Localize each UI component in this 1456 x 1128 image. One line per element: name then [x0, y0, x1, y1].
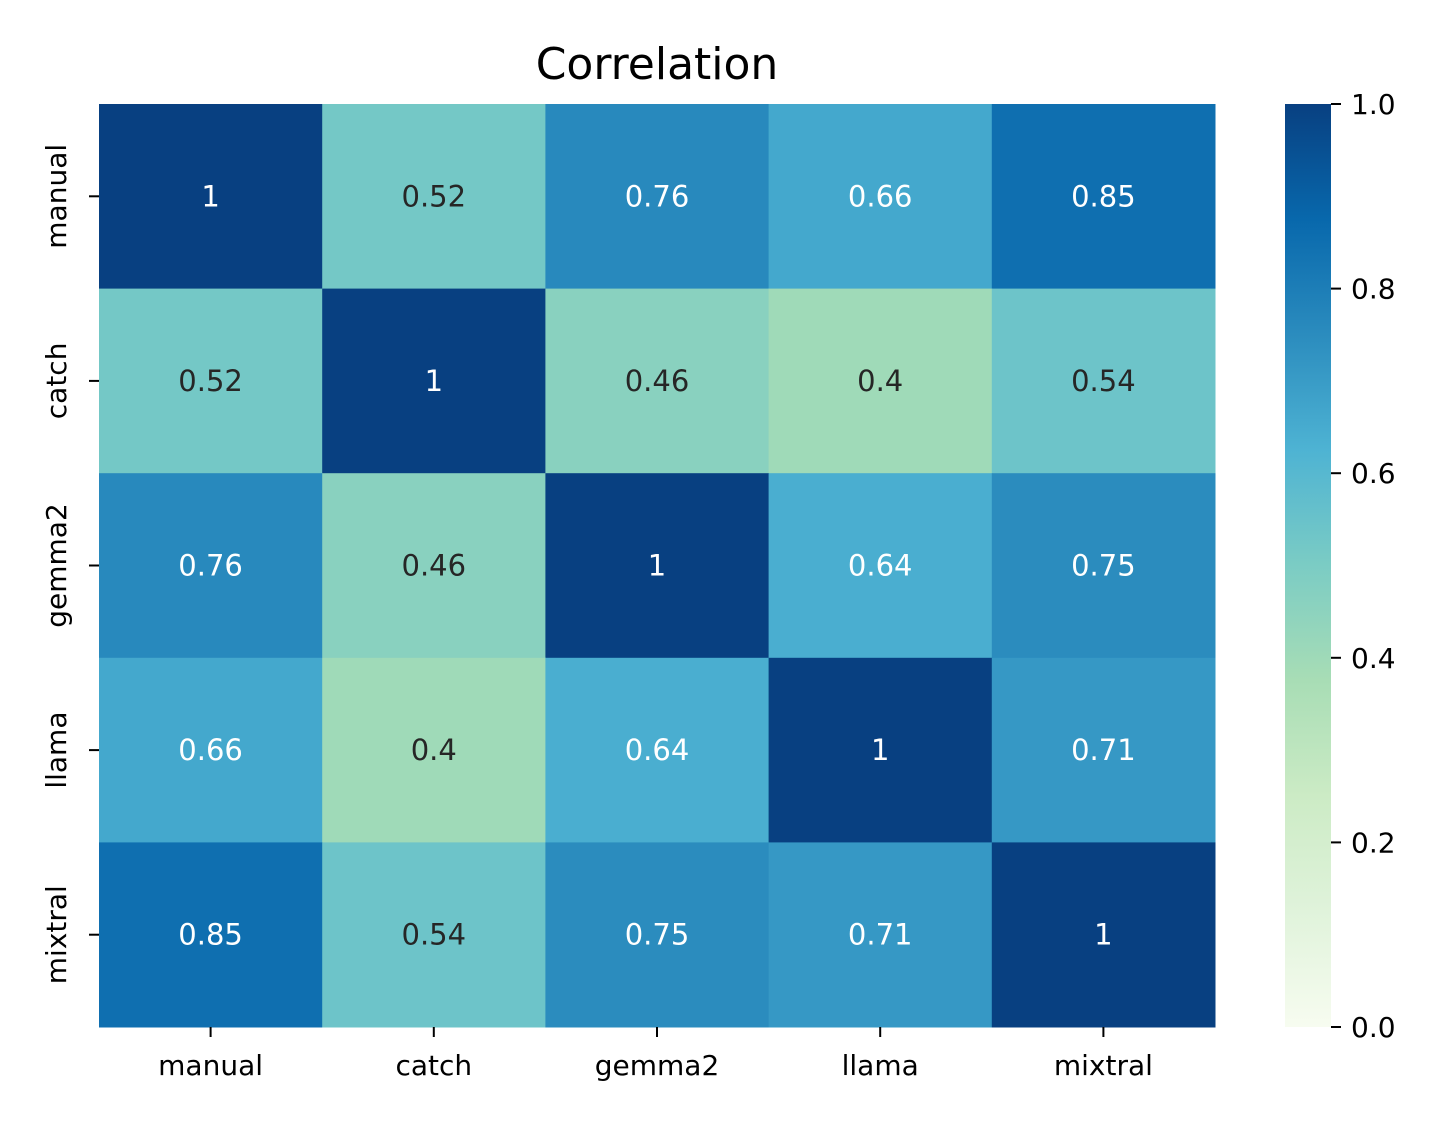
x-tick-label: gemma2 — [595, 1049, 720, 1082]
x-tick-label: catch — [395, 1049, 472, 1082]
heatmap-cells: 1 0.52 0.76 0.66 0.85 0.52 1 0.46 0.4 0.54 0.76 0.4… — [99, 104, 1216, 1028]
cell-value-label: 1 — [201, 179, 219, 213]
cell-value-label: 0.76 — [625, 179, 690, 213]
cell-value-label: 0.52 — [402, 179, 467, 213]
x-tick-label: llama — [842, 1049, 919, 1082]
cell-value-label: 0.71 — [1071, 733, 1136, 767]
colorbar-axis: 0.0 0.2 0.4 0.6 0.8 1.0 — [1331, 88, 1396, 1044]
cell-value-label: 0.54 — [1071, 364, 1136, 398]
colorbar-tick-label: 0.2 — [1351, 826, 1396, 859]
chart-title: Correlation — [536, 39, 779, 90]
y-tick-label: llama — [40, 712, 73, 789]
cell-value-label: 1 — [425, 364, 443, 398]
colorbar-tick-label: 0.8 — [1351, 273, 1396, 306]
cell-value-label: 0.66 — [178, 733, 243, 767]
correlation-heatmap: Correlation 1 0.52 0.76 0.66 0.85 0.52 1 0.46 0.… — [40, 39, 1396, 1082]
cell-value-label: 0.4 — [857, 364, 903, 398]
y-tick-label: catch — [40, 343, 73, 420]
cell-value-label: 0.66 — [848, 179, 913, 213]
cell-value-label: 1 — [871, 733, 889, 767]
cell-value-label: 0.54 — [402, 918, 467, 952]
colorbar-tick-label: 0.6 — [1351, 457, 1396, 490]
cell-value-label: 0.76 — [178, 549, 243, 583]
y-tick-label: mixtral — [40, 885, 73, 984]
cell-value-label: 0.46 — [402, 549, 467, 583]
cell-value-label: 0.75 — [1071, 549, 1136, 583]
x-tick-label: mixtral — [1054, 1049, 1153, 1082]
cell-value-label: 1 — [1094, 918, 1112, 952]
cell-value-label: 1 — [648, 549, 666, 583]
colorbar-tick-label: 1.0 — [1351, 88, 1396, 121]
x-axis: manual catch gemma2 llama mixtral — [158, 1027, 1153, 1082]
cell-value-label: 0.64 — [625, 733, 690, 767]
cell-value-label: 0.52 — [178, 364, 243, 398]
cell-value-label: 0.85 — [178, 918, 243, 952]
colorbar-tick-label: 0.0 — [1351, 1011, 1396, 1044]
cell-value-label: 0.75 — [625, 918, 690, 952]
y-axis: manual catch gemma2 llama mixtral — [40, 144, 99, 984]
cell-value-label: 0.4 — [411, 733, 457, 767]
cell-value-label: 0.64 — [848, 549, 913, 583]
colorbar-tick-label: 0.4 — [1351, 642, 1396, 675]
y-tick-label: manual — [40, 144, 73, 249]
x-tick-label: manual — [158, 1049, 263, 1082]
colorbar — [1285, 104, 1331, 1027]
cell-value-label: 0.46 — [625, 364, 690, 398]
cell-value-label: 0.85 — [1071, 179, 1136, 213]
y-tick-label: gemma2 — [40, 503, 73, 628]
cell-value-label: 0.71 — [848, 918, 913, 952]
